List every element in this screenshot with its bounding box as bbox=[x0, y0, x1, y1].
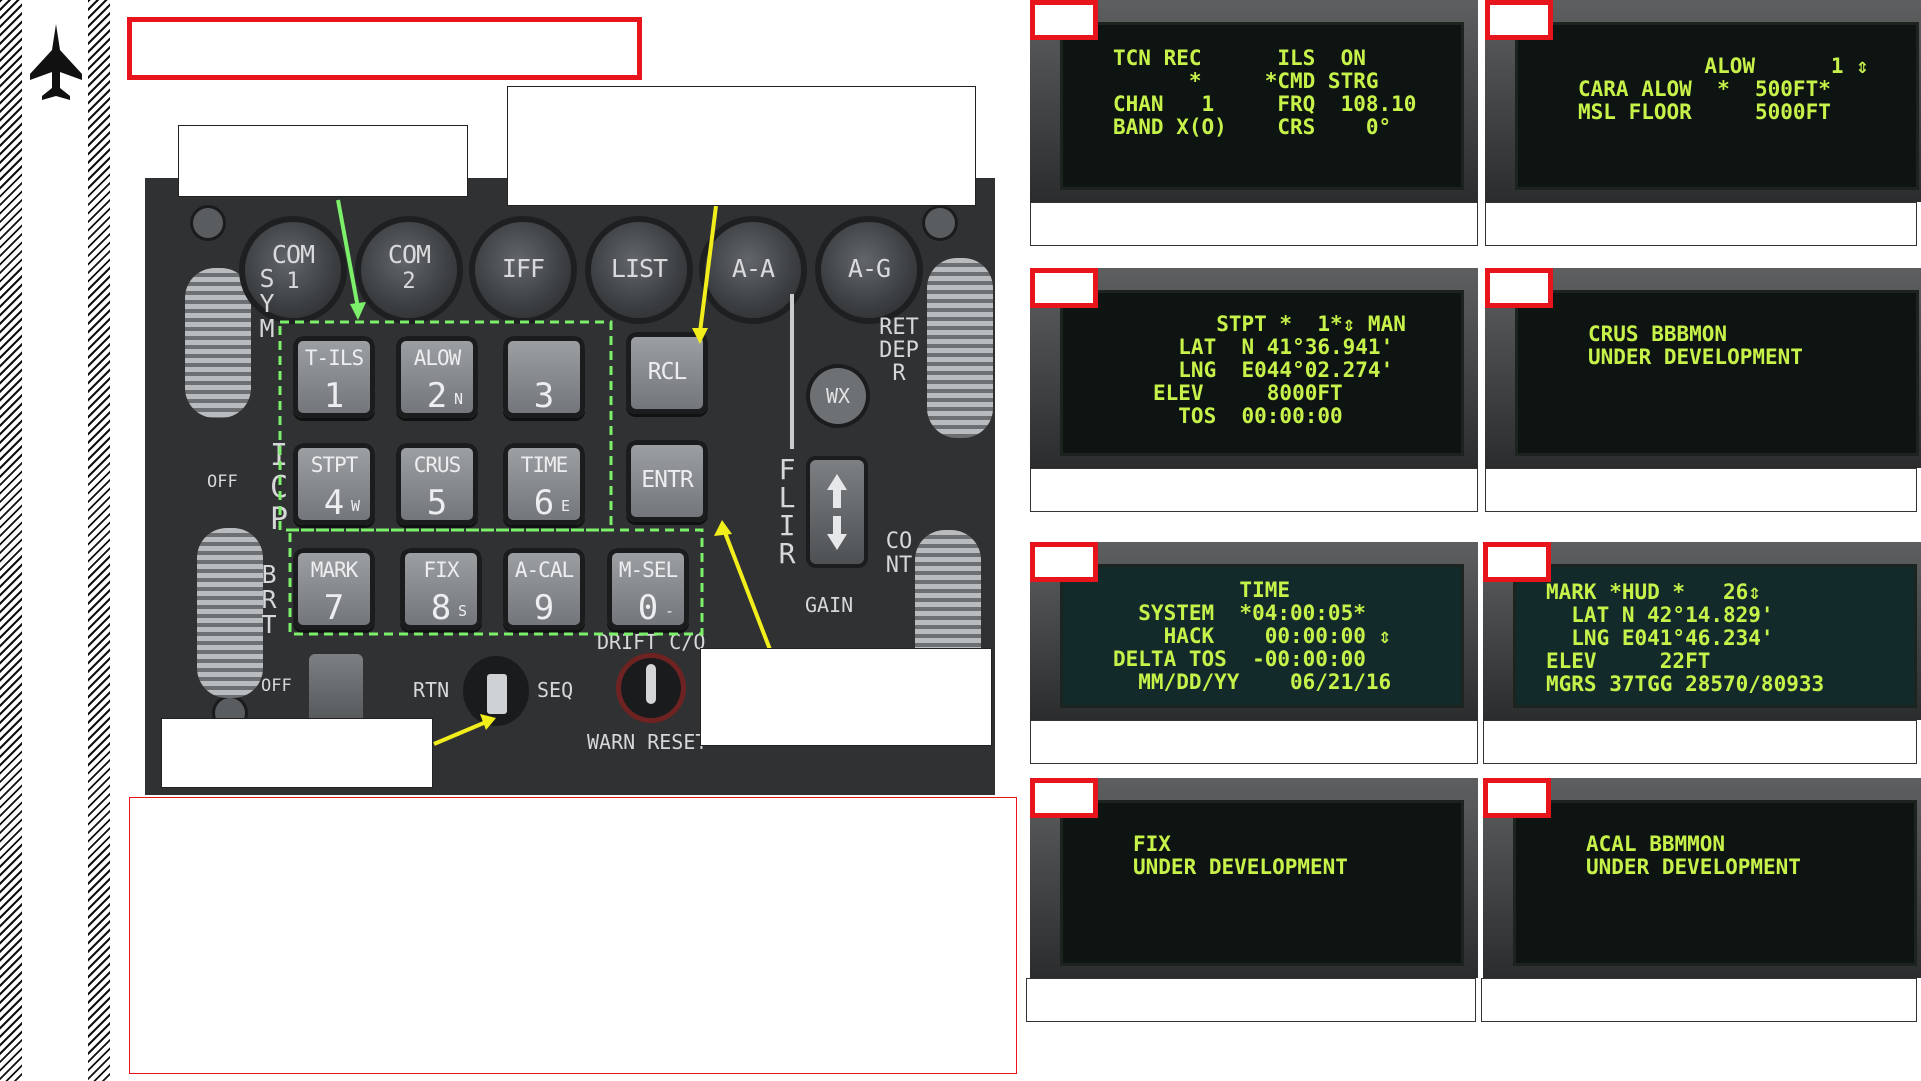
callout-box-keypad bbox=[178, 125, 468, 197]
ded-caption-5 bbox=[1030, 720, 1478, 764]
ded-alow: ALOW 1 ⇕ CARA ALOW * 500FT* MSL FLOOR 5000… bbox=[1485, 0, 1921, 202]
ded-time: TIME SYSTEM *04:00:05* HACK 00:00:00 ⇕ DE… bbox=[1030, 542, 1478, 720]
callout-box-dobber bbox=[161, 718, 433, 788]
ded-caption-3 bbox=[1030, 468, 1478, 512]
ded-tag bbox=[1030, 0, 1098, 40]
callout-arrow-dobber bbox=[433, 720, 487, 746]
callout-box-entr bbox=[700, 648, 992, 746]
ded-caption-2 bbox=[1485, 202, 1917, 246]
ded-tag bbox=[1030, 542, 1098, 582]
notes-box bbox=[129, 797, 1017, 1074]
ded-stpt: STPT * 1*⇕ MAN LAT N 41°36.941' LNG E044… bbox=[1030, 268, 1478, 468]
callout-arrow-entr bbox=[722, 529, 776, 661]
ded-tag bbox=[1030, 268, 1098, 308]
ded-tag bbox=[1030, 778, 1098, 818]
ded-caption-1 bbox=[1030, 202, 1478, 246]
callout-box-rcl bbox=[507, 86, 976, 206]
ded-crus: CRUS BBBMON UNDER DEVELOPMENT bbox=[1485, 268, 1921, 468]
ded-tag bbox=[1483, 542, 1551, 582]
ded-tag bbox=[1485, 268, 1553, 308]
ded-caption-7 bbox=[1026, 978, 1476, 1022]
ded-tag bbox=[1483, 778, 1551, 818]
callout-arrow-keypad bbox=[336, 199, 360, 309]
ded-mark: MARK *HUD * 26⇕ LAT N 42°14.829' LNG E04… bbox=[1483, 542, 1921, 720]
ded-caption-6 bbox=[1483, 720, 1917, 764]
ded-caption-4 bbox=[1485, 468, 1917, 512]
ded-tag bbox=[1485, 0, 1553, 40]
ded-caption-8 bbox=[1481, 978, 1917, 1022]
ded-acal: ACAL BBMMON UNDER DEVELOPMENT bbox=[1483, 778, 1921, 978]
ded-fix: FIX UNDER DEVELOPMENT bbox=[1030, 778, 1478, 978]
callout-arrow-rcl bbox=[698, 205, 718, 333]
ded-tacan-ils: TCN REC ILS ON * *CMD STRG CHAN 1 FRQ 108… bbox=[1030, 0, 1478, 202]
